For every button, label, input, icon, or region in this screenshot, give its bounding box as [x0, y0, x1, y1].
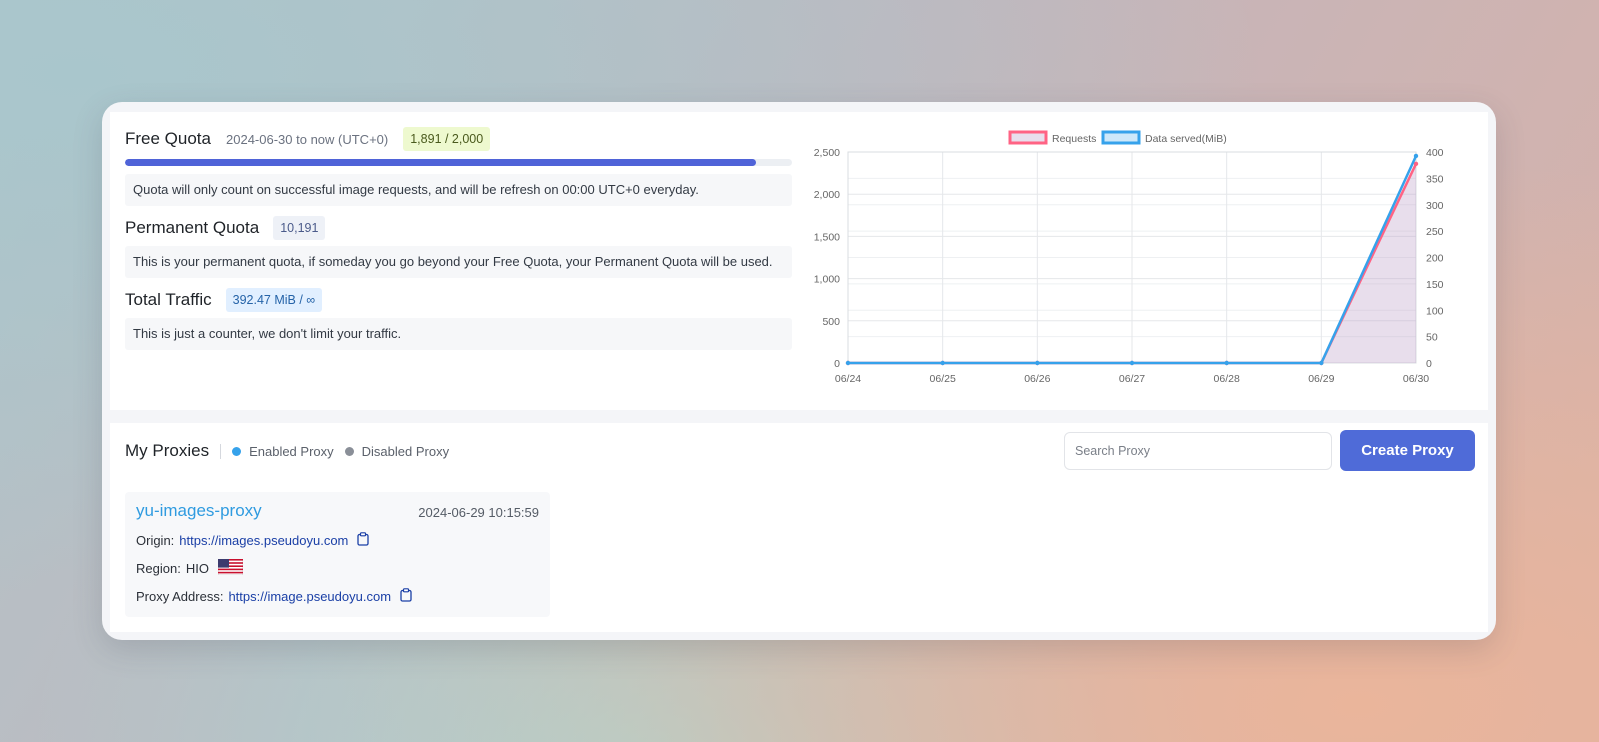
permanent-quota-note: This is your permanent quota, if someday…: [125, 246, 792, 278]
origin-link[interactable]: https://images.pseudoyu.com: [179, 533, 348, 548]
permanent-quota-badge: 10,191: [273, 216, 326, 240]
region-value: HIO: [185, 561, 209, 576]
clipboard-icon[interactable]: [357, 532, 370, 549]
y-right-tick-label: 300: [1426, 200, 1444, 212]
y-right-tick-label: 250: [1426, 226, 1444, 238]
x-tick-label: 06/29: [1308, 373, 1334, 385]
origin-label: Origin:: [136, 533, 175, 548]
series-point: [845, 360, 851, 366]
x-tick-label: 06/27: [1119, 373, 1145, 385]
series-point: [940, 360, 945, 366]
series-point: [1129, 360, 1135, 366]
header-divider: [220, 443, 222, 459]
y-right-tick-label: 350: [1426, 173, 1444, 185]
proxies-header: My Proxies Enabled Proxy Disabled Proxy: [125, 440, 449, 462]
create-proxy-button[interactable]: Create Proxy: [1340, 430, 1475, 471]
free-quota-period: 2024-06-30 to now (UTC+0): [226, 131, 389, 147]
y-left-tick-label: 2,000: [814, 189, 840, 201]
y-left-tick-label: 0: [834, 358, 840, 370]
y-right-tick-label: 150: [1426, 279, 1444, 291]
permanent-quota-title: Permanent Quota: [125, 218, 260, 237]
y-left-tick-label: 1,000: [814, 274, 840, 286]
enabled-legend-label: Enabled Proxy: [249, 443, 334, 459]
legend-label: Requests: [1052, 133, 1096, 145]
proxy-region-row: Region: HIO: [136, 558, 244, 578]
y-right-tick-label: 0: [1426, 358, 1432, 370]
total-traffic-note: This is just a counter, we don't limit y…: [125, 318, 792, 350]
disabled-legend-label: Disabled Proxy: [361, 443, 450, 459]
y-right-tick-label: 200: [1426, 253, 1444, 265]
series-point: [1319, 360, 1324, 366]
clipboard-icon[interactable]: [400, 588, 412, 605]
y-left-tick-label: 500: [822, 316, 840, 328]
disabled-dot-icon: [344, 446, 354, 456]
x-tick-label: 06/28: [1214, 373, 1240, 385]
proxies-title: My Proxies: [125, 441, 210, 460]
us-flag-icon: [217, 558, 244, 578]
y-right-tick-label: 400: [1426, 147, 1444, 159]
proxy-created-time: 2024-06-29 10:15:59: [418, 505, 539, 520]
legend-swatch: [1101, 130, 1141, 145]
x-tick-label: 06/26: [1024, 373, 1050, 385]
free-quota-progress-fill: [125, 159, 756, 166]
region-label: Region:: [136, 561, 181, 576]
free-quota-title: Free Quota: [125, 129, 211, 148]
free-quota-usage-badge: 1,891 / 2,000: [403, 127, 491, 151]
x-tick-label: 06/25: [930, 373, 956, 385]
proxy-origin-row: Origin: https://images.pseudoyu.com: [136, 532, 370, 549]
proxy-address-row: Proxy Address: https://image.pseudoyu.co…: [136, 588, 412, 605]
free-quota-header: Free Quota 2024-06-30 to now (UTC+0) 1,8…: [125, 125, 491, 153]
proxy-address-link[interactable]: https://image.pseudoyu.com: [228, 589, 391, 604]
proxy-name-link[interactable]: yu-images-proxy: [136, 501, 262, 521]
series-point: [1224, 360, 1229, 366]
total-traffic-title: Total Traffic: [125, 290, 212, 309]
proxy-card[interactable]: yu-images-proxy 2024-06-29 10:15:59 Orig…: [125, 492, 550, 617]
y-right-tick-label: 100: [1426, 305, 1444, 317]
series-point: [1035, 360, 1040, 366]
total-traffic-badge: 392.47 MiB / ∞: [225, 288, 323, 312]
legend-label: Data served(MiB): [1145, 133, 1227, 145]
y-left-tick-label: 1,500: [814, 231, 840, 243]
free-quota-progress: [125, 159, 792, 166]
free-quota-note: Quota will only count on successful imag…: [125, 174, 792, 206]
y-right-tick-label: 50: [1426, 332, 1438, 344]
total-traffic-header: Total Traffic 392.47 MiB / ∞: [125, 286, 323, 314]
usage-chart: 0 500 1,000 1,500 2,000 2,500 0 50 100 150 200 250 3…: [814, 130, 1444, 385]
search-proxy-input[interactable]: [1064, 432, 1332, 470]
series-point: [1413, 153, 1419, 159]
x-tick-label: 06/30: [1403, 373, 1429, 385]
enabled-dot-icon: [232, 446, 242, 456]
permanent-quota-header: Permanent Quota 10,191: [125, 214, 326, 242]
x-tick-label: 06/24: [835, 373, 861, 385]
proxy-address-label: Proxy Address:: [136, 589, 224, 604]
y-left-tick-label: 2,500: [814, 147, 840, 159]
legend-swatch: [1008, 130, 1048, 145]
